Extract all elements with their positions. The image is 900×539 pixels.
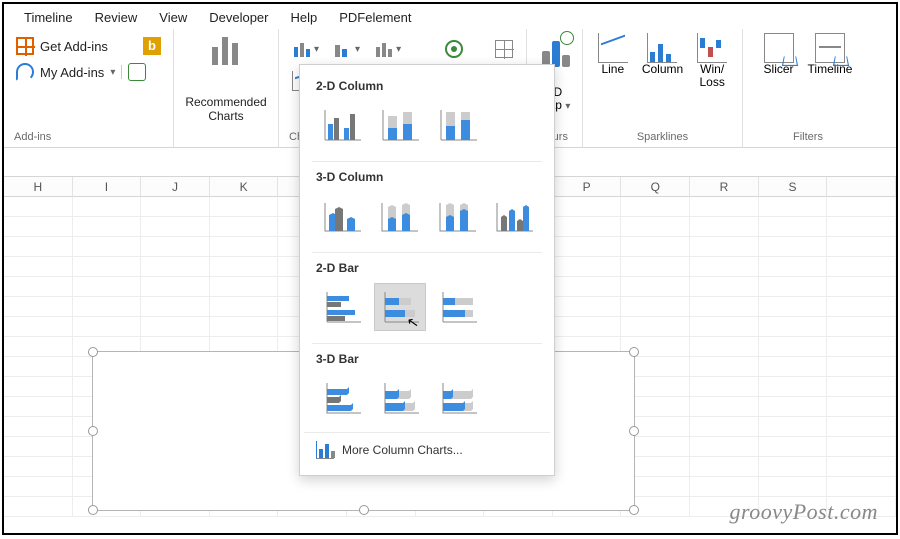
separator — [121, 65, 122, 79]
my-addins-button[interactable]: My Add-ins — [40, 65, 104, 80]
my-addins-icon — [16, 63, 34, 81]
resize-handle[interactable] — [88, 426, 98, 436]
ribbon-group-addins: Get Add-ins b My Add-ins ▾ Add-ins — [4, 29, 174, 147]
clustered-bar-3d[interactable] — [316, 374, 368, 422]
col-header[interactable]: P — [553, 177, 622, 197]
resize-handle[interactable] — [359, 505, 369, 515]
stacked-bar-100-2d[interactable] — [432, 283, 484, 331]
recommended-charts-label1: Recommended — [185, 95, 266, 109]
resize-handle[interactable] — [629, 426, 639, 436]
insert-column-chart-button[interactable]: ▾ — [289, 37, 322, 61]
col-header[interactable]: I — [73, 177, 142, 197]
stacked-column-2d[interactable] — [374, 101, 426, 149]
group-label-addins: Add-ins — [14, 131, 51, 145]
pivot-chart-button[interactable] — [492, 37, 516, 61]
clustered-column-2d[interactable] — [316, 101, 368, 149]
menu-view[interactable]: View — [159, 10, 187, 25]
stacked-column-100-2d[interactable] — [432, 101, 484, 149]
stacked-bar-2d[interactable]: ↖ — [374, 283, 426, 331]
insert-waterfall-chart-button[interactable]: ▾ — [371, 37, 404, 61]
chevron-down-icon: ▾ — [314, 44, 319, 55]
timeline-icon — [815, 33, 845, 63]
sparkline-winloss-icon — [697, 33, 727, 63]
sparkline-winloss-label2: Loss — [699, 76, 724, 89]
col-header[interactable] — [827, 177, 896, 197]
sparkline-column-button[interactable]: Column — [642, 33, 683, 89]
menu-developer[interactable]: Developer — [209, 10, 268, 25]
section-2d-column: 2-D Column — [304, 73, 550, 97]
ribbon-group-sparklines: Line Column Win/ Loss Sparklines — [583, 29, 743, 147]
clustered-column-3d[interactable] — [316, 192, 368, 240]
column-3d[interactable] — [489, 192, 541, 240]
group-label-filters: Filters — [793, 131, 823, 145]
chevron-down-icon: ▾ — [355, 44, 360, 55]
clustered-bar-2d[interactable] — [316, 283, 368, 331]
insert-column-chart-dropdown: 2-D Column 3-D Column — [299, 64, 555, 476]
recommended-charts-button[interactable]: Recommended Charts — [174, 29, 279, 147]
menu-review[interactable]: Review — [95, 10, 138, 25]
resize-handle[interactable] — [88, 505, 98, 515]
resize-handle[interactable] — [88, 347, 98, 357]
recommended-charts-icon — [206, 33, 246, 73]
menu-bar: Timeline Review View Developer Help PDFe… — [4, 4, 896, 29]
more-charts-icon — [316, 441, 334, 459]
get-addins-button[interactable]: Get Add-ins b — [14, 33, 163, 59]
col-header[interactable]: Q — [621, 177, 690, 197]
stacked-column-3d[interactable] — [374, 192, 426, 240]
recommended-charts-label2: Charts — [185, 109, 266, 123]
resize-handle[interactable] — [629, 505, 639, 515]
stacked-bar-100-3d[interactable] — [432, 374, 484, 422]
menu-timeline[interactable]: Timeline — [24, 10, 73, 25]
section-2d-bar: 2-D Bar — [304, 255, 550, 279]
chevron-down-icon: ▾ — [396, 44, 401, 55]
get-addins-icon — [16, 37, 34, 55]
chevron-down-icon: ▾ — [565, 101, 570, 112]
more-column-charts[interactable]: More Column Charts... — [304, 432, 550, 467]
col-header[interactable]: K — [210, 177, 279, 197]
3d-map-icon — [542, 33, 568, 67]
col-header[interactable]: J — [141, 177, 210, 197]
sparkline-column-icon — [647, 33, 677, 63]
menu-pdfelement[interactable]: PDFelement — [339, 10, 411, 25]
col-header[interactable]: R — [690, 177, 759, 197]
ribbon-group-filters: Slicer Timeline Filters — [743, 29, 873, 147]
timeline-button[interactable]: Timeline — [808, 33, 853, 89]
stacked-column-100-3d[interactable] — [431, 192, 483, 240]
sparkline-winloss-button[interactable]: Win/ Loss — [697, 33, 727, 89]
get-addins-label: Get Add-ins — [40, 39, 108, 54]
col-header[interactable]: S — [759, 177, 828, 197]
bing-icon[interactable]: b — [143, 37, 161, 55]
stacked-bar-3d[interactable] — [374, 374, 426, 422]
menu-help[interactable]: Help — [291, 10, 318, 25]
slicer-button[interactable]: Slicer — [764, 33, 794, 89]
chevron-down-icon[interactable]: ▾ — [110, 67, 115, 78]
sparkline-line-icon — [598, 33, 628, 63]
more-column-charts-label: More Column Charts... — [342, 443, 463, 457]
insert-hierarchy-chart-button[interactable]: ▾ — [330, 37, 363, 61]
col-header[interactable]: H — [4, 177, 73, 197]
group-label-sparklines: Sparklines — [637, 131, 688, 145]
section-3d-bar: 3-D Bar — [304, 346, 550, 370]
resize-handle[interactable] — [629, 347, 639, 357]
slicer-icon — [764, 33, 794, 63]
people-graph-icon[interactable] — [128, 63, 146, 81]
section-3d-column: 3-D Column — [304, 164, 550, 188]
sparkline-line-button[interactable]: Line — [598, 33, 628, 89]
maps-chart-button[interactable] — [442, 37, 466, 61]
